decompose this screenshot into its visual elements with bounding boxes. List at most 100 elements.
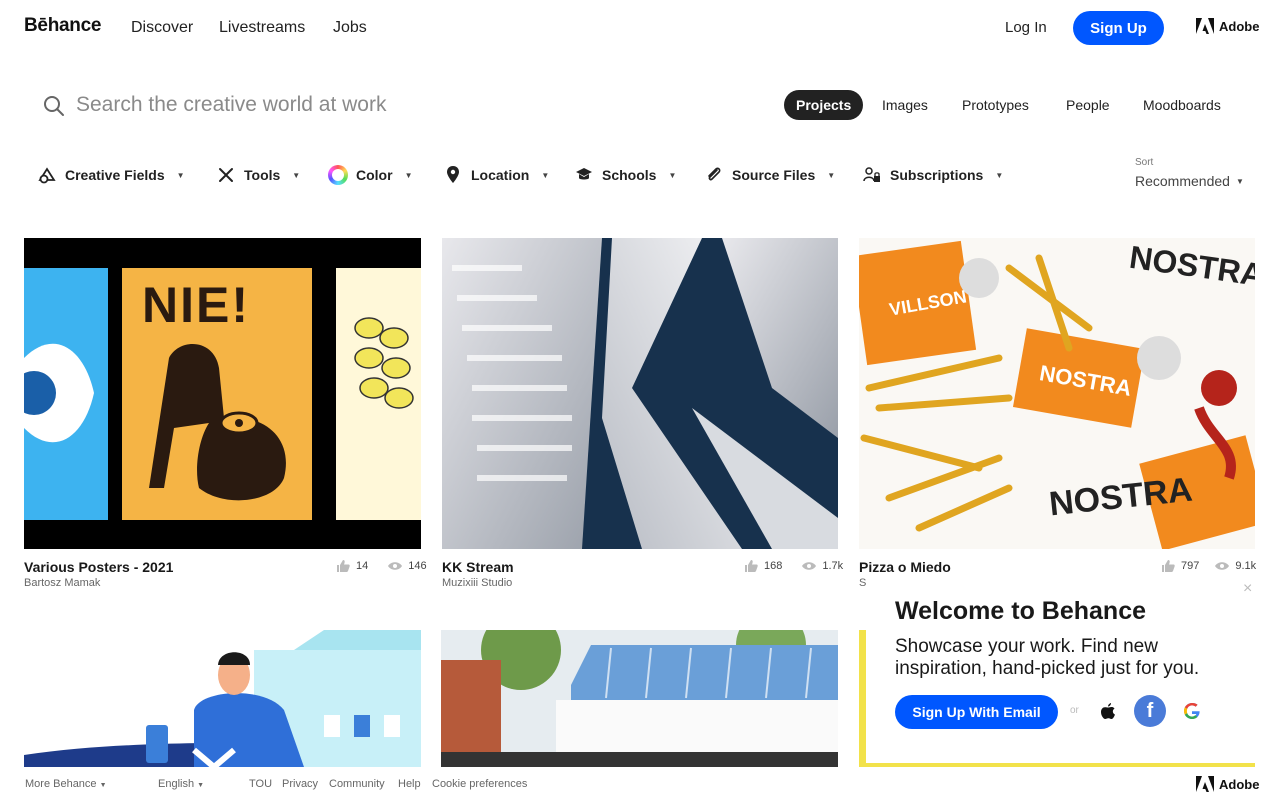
tab-people[interactable]: People xyxy=(1066,90,1110,120)
top-nav: Bēhance Discover Livestreams Jobs Log In… xyxy=(0,0,1280,56)
likes-count: 797 xyxy=(1181,560,1200,572)
search-icon xyxy=(44,96,64,116)
views-count: 9.1k xyxy=(1235,560,1257,572)
adobe-logo-icon xyxy=(1196,18,1214,34)
behance-logo[interactable]: Bēhance xyxy=(24,15,101,37)
signup-email-button[interactable]: Sign Up With Email xyxy=(895,695,1058,729)
thumbs-up-icon xyxy=(1162,560,1175,572)
filter-color[interactable]: Color ▼ xyxy=(328,164,412,186)
adobe-label: Adobe xyxy=(1219,18,1260,34)
sort-dropdown[interactable]: Recommended ▼ xyxy=(1135,173,1244,189)
facebook-signin-button[interactable]: f xyxy=(1134,695,1166,727)
sort-label: Sort xyxy=(1135,157,1154,168)
footer-tou[interactable]: TOU xyxy=(249,778,272,790)
footer-help[interactable]: Help xyxy=(398,778,421,790)
likes-count: 168 xyxy=(764,560,783,572)
facebook-icon: f xyxy=(1146,699,1154,722)
filter-label: Subscriptions xyxy=(890,167,984,183)
apple-signin-button[interactable] xyxy=(1092,695,1124,727)
kk-stream-artwork xyxy=(442,238,838,549)
filter-creative-fields[interactable]: Creative Fields ▼ xyxy=(37,164,185,186)
caret-down-icon: ▼ xyxy=(827,170,836,180)
project-stats: 797 9.1k xyxy=(1161,560,1256,572)
filter-label: Creative Fields xyxy=(65,167,165,183)
nav-jobs[interactable]: Jobs xyxy=(333,19,367,37)
adobe-link[interactable]: Adobe xyxy=(1196,18,1259,34)
likes-count: 14 xyxy=(356,560,369,572)
or-separator: or xyxy=(1070,705,1079,716)
caret-down-icon: ▼ xyxy=(176,170,185,180)
footer-more-behance[interactable]: More Behance ▼ xyxy=(25,778,107,790)
filter-label: Color xyxy=(356,167,393,183)
google-icon xyxy=(1184,703,1200,719)
thumbs-up-icon xyxy=(745,560,758,572)
adobe-label: Adobe xyxy=(1219,776,1260,792)
project-thumbnail-3[interactable]: VILLSON NOSTRA NOSTRA NOSTRA xyxy=(859,238,1255,549)
project-thumbnail-5[interactable] xyxy=(441,630,838,767)
tab-prototypes[interactable]: Prototypes xyxy=(962,90,1029,120)
nav-livestreams[interactable]: Livestreams xyxy=(219,19,305,37)
views-count: 146 xyxy=(408,560,427,572)
tools-icon xyxy=(216,165,236,185)
project-title[interactable]: Various Posters - 2021 xyxy=(24,559,173,575)
eye-icon xyxy=(802,562,817,570)
nav-discover[interactable]: Discover xyxy=(131,19,193,37)
project-stats: 168 1.7k xyxy=(744,560,843,572)
footer-language-label: English xyxy=(158,778,195,790)
project-stats: 14 146 xyxy=(336,560,427,572)
caret-down-icon: ▼ xyxy=(1235,176,1244,186)
architecture-artwork xyxy=(441,630,838,767)
graduation-cap-icon xyxy=(574,165,594,185)
login-link[interactable]: Log In xyxy=(1005,19,1047,36)
sort-value: Recommended xyxy=(1135,173,1230,189)
search-input[interactable] xyxy=(76,88,596,122)
filter-tools[interactable]: Tools ▼ xyxy=(216,164,300,186)
close-icon[interactable]: × xyxy=(1243,580,1252,598)
filter-label: Location xyxy=(471,167,530,183)
project-title[interactable]: KK Stream xyxy=(442,559,514,575)
caret-down-icon: ▼ xyxy=(404,170,413,180)
views-count: 1.7k xyxy=(822,560,844,572)
filter-label: Tools xyxy=(244,167,281,183)
user-lock-icon xyxy=(862,165,882,185)
tab-moodboards[interactable]: Moodboards xyxy=(1143,90,1221,120)
caret-down-icon: ▼ xyxy=(668,170,677,180)
project-owner[interactable]: Muzixiii Studio xyxy=(442,577,512,589)
filter-location[interactable]: Location ▼ xyxy=(443,164,549,186)
welcome-text: Showcase your work. Find new inspiration… xyxy=(895,636,1200,679)
filter-label: Schools xyxy=(602,167,657,183)
footer-language[interactable]: English ▼ xyxy=(158,778,204,790)
footer-adobe-link[interactable]: Adobe xyxy=(1196,776,1259,792)
eye-icon xyxy=(1215,562,1230,570)
adobe-logo-icon xyxy=(1196,776,1214,792)
caret-down-icon: ▼ xyxy=(541,170,550,180)
welcome-title: Welcome to Behance xyxy=(895,597,1147,625)
caret-down-icon: ▼ xyxy=(292,170,301,180)
footer-more-label: More Behance xyxy=(25,778,97,790)
footer-cookie-preferences[interactable]: Cookie preferences xyxy=(432,778,527,790)
caret-down-icon: ▼ xyxy=(99,782,107,789)
creative-fields-icon xyxy=(37,165,57,185)
footer-privacy[interactable]: Privacy xyxy=(282,778,318,790)
eye-icon xyxy=(388,562,403,570)
project-thumbnail-1[interactable]: NIE! xyxy=(24,238,421,549)
project-thumbnail-2[interactable] xyxy=(442,238,838,549)
filter-schools[interactable]: Schools ▼ xyxy=(574,164,676,186)
paperclip-icon xyxy=(704,165,724,185)
filter-subscriptions[interactable]: Subscriptions ▼ xyxy=(862,164,1003,186)
project-owner[interactable]: Bartosz Mamak xyxy=(24,577,100,589)
caret-down-icon: ▼ xyxy=(197,782,205,789)
filter-source-files[interactable]: Source Files ▼ xyxy=(704,164,835,186)
tab-images[interactable]: Images xyxy=(882,90,928,120)
signup-button[interactable]: Sign Up xyxy=(1073,11,1164,45)
illustration-artwork xyxy=(24,630,421,767)
filter-label: Source Files xyxy=(732,167,816,183)
caret-down-icon: ▼ xyxy=(995,170,1004,180)
footer-community[interactable]: Community xyxy=(329,778,385,790)
apple-icon xyxy=(1101,703,1115,719)
project-thumbnail-4[interactable] xyxy=(24,630,421,767)
tab-projects[interactable]: Projects xyxy=(784,90,864,120)
google-signin-button[interactable] xyxy=(1176,695,1208,727)
project-title[interactable]: Pizza o Miedo xyxy=(859,559,951,575)
thumbs-up-icon xyxy=(337,560,350,572)
